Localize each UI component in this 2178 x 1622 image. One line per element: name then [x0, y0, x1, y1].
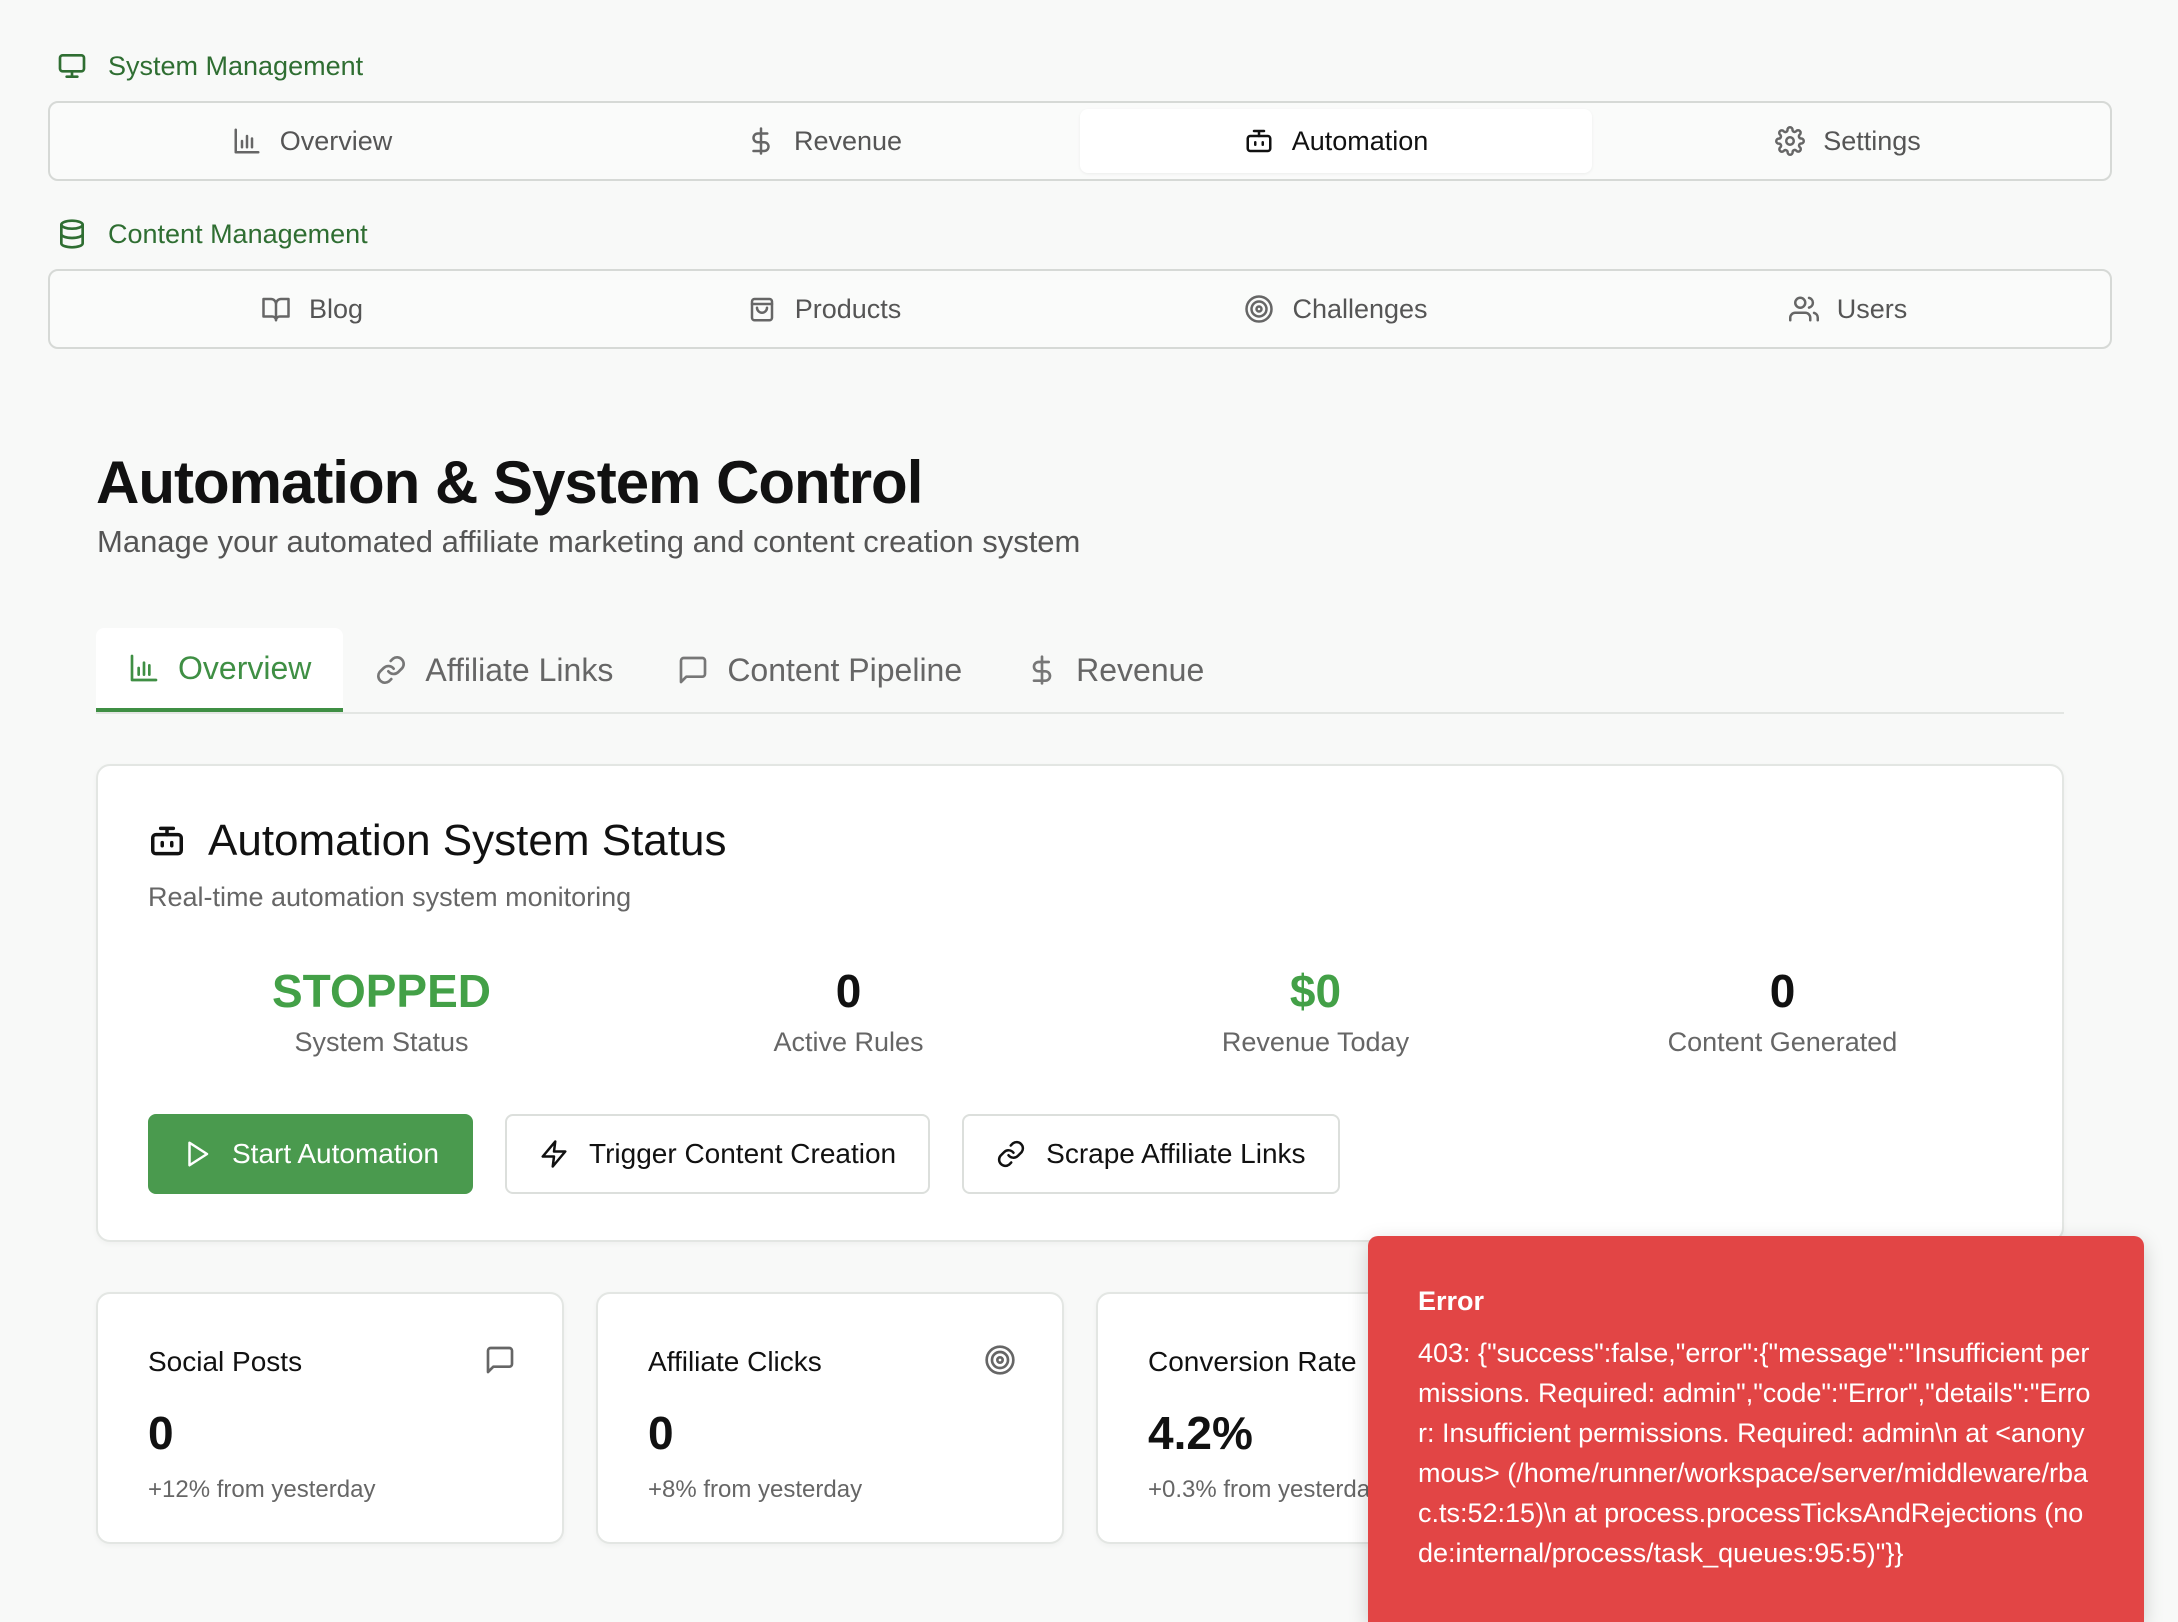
tab-affiliate-links[interactable]: Affiliate Links: [343, 628, 645, 712]
nav-products[interactable]: Products: [568, 277, 1080, 341]
automation-tabs: Overview Affiliate Links Content Pipelin…: [96, 628, 2064, 714]
users-icon: [1788, 296, 1819, 322]
metric-icon-wrap: [984, 1344, 1016, 1376]
status-stats: STOPPED System Status 0 Active Rules $0 …: [148, 966, 2016, 1058]
nav-revenue[interactable]: Revenue: [568, 109, 1080, 173]
trigger-content-creation-button[interactable]: Trigger Content Creation: [505, 1114, 931, 1194]
nav-users[interactable]: Users: [1592, 277, 2104, 341]
nav-challenges[interactable]: Challenges: [1080, 277, 1592, 341]
toast-title: Error: [1418, 1286, 1485, 1316]
start-automation-button[interactable]: Start Automation: [148, 1114, 474, 1194]
metric-value: 4.2%: [1148, 1407, 1253, 1459]
error-toast[interactable]: Error 403: {"success":false,"error":{"me…: [1368, 1236, 2144, 1622]
dollar-icon: [752, 127, 770, 155]
stat-content-generated: 0 Content Generated: [1549, 966, 2016, 1058]
tab-overview[interactable]: Overview: [96, 628, 344, 712]
stat-active-rules: 0 Active Rules: [615, 966, 1082, 1058]
book-icon: [262, 297, 290, 322]
nav-overview[interactable]: Overview: [56, 109, 568, 173]
stat-label: Active Rules: [773, 1026, 924, 1057]
system-management-label: System Management: [56, 50, 363, 82]
stat-revenue-today: $0 Revenue Today: [1082, 966, 1549, 1058]
metric-title: Conversion Rate: [1148, 1346, 1357, 1377]
content-nav: Blog Products Challenges Users: [48, 269, 2112, 349]
monitor-icon: [58, 53, 86, 78]
card-title: Automation System Status: [148, 816, 726, 866]
bar-chart-icon: [130, 654, 158, 682]
page-title: Automation & System Control: [96, 449, 923, 516]
stat-label: Content Generated: [1667, 1026, 1898, 1057]
bot-icon: [151, 826, 183, 856]
play-icon: [188, 1141, 209, 1167]
metric-change: +12% from yesterday: [148, 1476, 376, 1503]
stat-value: 0: [835, 965, 862, 1017]
metric-value: 0: [148, 1407, 174, 1459]
metric-title: Affiliate Clicks: [648, 1346, 822, 1377]
stat-value: 0: [1769, 965, 1796, 1017]
automation-status-card: Automation System Status Real-time autom…: [96, 764, 2064, 1242]
nav-automation[interactable]: Automation: [1080, 109, 1592, 173]
stat-system-status: STOPPED System Status: [148, 966, 615, 1058]
message-square-icon: [486, 1346, 514, 1374]
gear-icon: [1775, 126, 1806, 156]
metric-title: Social Posts: [148, 1346, 303, 1377]
message-square-icon: [679, 656, 707, 684]
nav-settings[interactable]: Settings: [1592, 109, 2104, 173]
stat-label: System Status: [294, 1026, 469, 1057]
target-icon: [985, 1345, 1015, 1375]
metric-value: 0: [648, 1407, 674, 1459]
dollar-icon: [1032, 655, 1052, 685]
stat-value: $0: [1289, 965, 1342, 1017]
nav-blog[interactable]: Blog: [56, 277, 568, 341]
tab-content-pipeline[interactable]: Content Pipeline: [645, 628, 994, 712]
database-icon: [60, 219, 84, 249]
scrape-affiliate-links-button[interactable]: Scrape Affiliate Links: [962, 1114, 1340, 1194]
toast-message: 403: {"success":false,"error":{"message"…: [1418, 1338, 2091, 1568]
stat-label: Revenue Today: [1221, 1026, 1410, 1057]
system-nav: Overview Revenue Automation Settings: [48, 101, 2112, 181]
link-icon: [377, 656, 406, 684]
metric-change: +8% from yesterday: [648, 1476, 863, 1503]
zap-icon: [541, 1140, 567, 1168]
metric-card-social-posts: Social Posts 0 +12% from yesterday: [96, 1292, 564, 1544]
bar-chart-icon: [234, 128, 260, 154]
card-description: Real-time automation system monitoring: [148, 882, 632, 912]
page-subtitle: Manage your automated affiliate marketin…: [97, 524, 1081, 559]
stat-value: STOPPED: [272, 965, 491, 1017]
metric-card-affiliate-clicks: Affiliate Clicks 0 +8% from yesterday: [596, 1292, 1064, 1544]
link-icon: [998, 1140, 1025, 1168]
content-management-label: Content Management: [56, 218, 368, 250]
target-icon: [1245, 295, 1274, 323]
metric-change: +0.3% from yesterday: [1148, 1476, 1383, 1503]
metric-icon-wrap: [484, 1344, 516, 1376]
tab-revenue[interactable]: Revenue: [994, 628, 1236, 712]
bot-icon: [1246, 129, 1272, 153]
status-actions: Start Automation Trigger Content Creatio…: [148, 1114, 1340, 1194]
shopping-bag-icon: [750, 297, 773, 322]
